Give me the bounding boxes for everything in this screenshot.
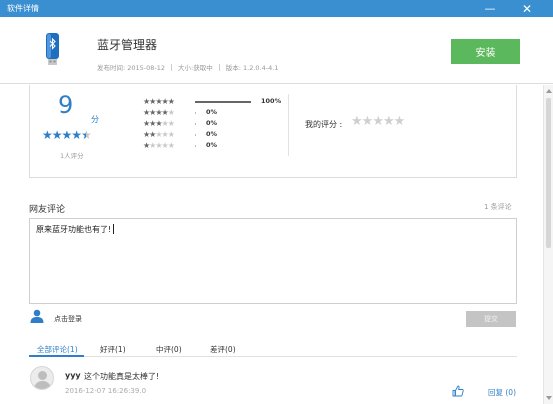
star-icon: ★	[61, 128, 73, 142]
distribution-percent: 0%	[206, 141, 218, 149]
distribution-bar	[195, 112, 196, 114]
star-icon[interactable]: ★	[351, 114, 363, 129]
half-star-icon: ★	[81, 128, 92, 142]
distribution-percent: 0%	[206, 108, 218, 116]
star-icon[interactable]: ★	[362, 114, 374, 129]
vertical-scrollbar[interactable]	[543, 85, 553, 404]
row-stars-icon: ★★★★★	[143, 108, 175, 117]
user-icon	[30, 309, 44, 323]
star-icon[interactable]: ★	[372, 114, 384, 129]
star-icon[interactable]: ★	[383, 114, 395, 129]
star-icon: ★	[71, 128, 82, 142]
comment-text: 这个功能真是太棒了!	[84, 372, 160, 381]
minimize-button[interactable]: —	[477, 0, 503, 17]
comment-user: yyy	[65, 371, 81, 380]
app-size: 大小:获取中	[178, 64, 213, 72]
row-stars-icon: ★★★★★	[143, 130, 175, 139]
app-version: 版本: 1.2.0.4-4.1	[225, 64, 279, 72]
distribution-row: ★★★★★ 0%	[143, 130, 283, 140]
tab-negative[interactable]: 差评(0)	[210, 344, 236, 355]
distribution-percent: 0%	[206, 119, 218, 127]
tab-positive[interactable]: 好评(1)	[100, 344, 126, 355]
app-meta: 发布时间: 2015-08-12 大小:获取中 版本: 1.2.0.4-4.1	[97, 62, 278, 72]
distribution-percent: 0%	[206, 130, 218, 138]
distribution-row: ★★★★★ 0%	[143, 119, 283, 129]
star-icon: ★	[51, 128, 63, 142]
comment-draft-text: 原来蓝牙功能也有了!	[36, 225, 112, 234]
star-icon: ★	[42, 128, 53, 142]
my-rating-label: 我的评分 :	[305, 120, 343, 129]
distribution-bar	[195, 101, 251, 103]
scroll-up-icon[interactable]	[546, 89, 552, 93]
tab-neutral[interactable]: 中评(0)	[156, 344, 182, 355]
comment-input[interactable]: 原来蓝牙功能也有了!	[29, 218, 517, 304]
window-title: 软件详情	[7, 4, 39, 13]
tab-all[interactable]: 全部评论(1)	[37, 344, 78, 355]
row-stars-icon: ★★★★★	[143, 141, 175, 150]
distribution-bar	[195, 134, 196, 136]
comment-tabs: 全部评论(1) 好评(1) 中评(0) 差评(0)	[29, 340, 517, 357]
scroll-down-icon[interactable]	[546, 396, 552, 400]
divider	[288, 94, 289, 156]
release-date: 发布时间: 2015-08-12	[97, 64, 166, 72]
bluetooth-app-icon	[46, 33, 59, 65]
score-unit: 分	[91, 115, 99, 124]
reply-link[interactable]: 回复 (0)	[488, 387, 516, 398]
distribution-percent: 100%	[261, 97, 282, 105]
distribution-bar	[195, 145, 196, 147]
distribution-row: ★★★★★ 0%	[143, 108, 283, 118]
install-button[interactable]: 安装	[451, 39, 520, 64]
comments-title: 网友评论	[29, 205, 66, 215]
comments-count: 1 条评论	[484, 203, 512, 211]
row-stars-icon: ★★★★★	[143, 97, 175, 106]
details-content: 9 分 ★★★★★ 1人评分 我的评分 : ★★★★★ ★★★★★ 100% ★★★…	[0, 85, 543, 404]
my-rating-stars[interactable]: ★★★★★	[351, 114, 406, 129]
close-button[interactable]: ✕	[514, 0, 540, 17]
submit-button[interactable]: 提交	[466, 311, 516, 327]
comment-time: 2016-12-07 16:26:39.0	[65, 387, 147, 395]
avatar	[30, 366, 54, 390]
row-stars-icon: ★★★★★	[143, 119, 175, 128]
scroll-thumb[interactable]	[546, 98, 551, 248]
rater-count: 1人评分	[60, 152, 84, 160]
rating-panel: 9 分 ★★★★★ 1人评分 我的评分 : ★★★★★ ★★★★★ 100% ★★★…	[29, 85, 517, 178]
app-name: 蓝牙管理器	[97, 38, 158, 52]
window-title-bar: 软件详情 — ✕	[0, 0, 553, 17]
app-header: 蓝牙管理器 发布时间: 2015-08-12 大小:获取中 版本: 1.2.0.4-…	[0, 17, 553, 84]
star-icon[interactable]: ★	[394, 114, 406, 129]
distribution-bar	[195, 123, 196, 125]
score-value: 9	[58, 91, 74, 119]
thumbs-up-icon[interactable]	[452, 385, 464, 397]
distribution-row: ★★★★★ 100%	[143, 97, 283, 107]
active-tab-indicator	[29, 355, 84, 357]
text-caret	[113, 224, 115, 234]
login-link[interactable]: 点击登录	[54, 314, 82, 324]
distribution-row: ★★★★★ 0%	[143, 141, 283, 151]
average-stars: ★★★★★	[42, 128, 92, 142]
